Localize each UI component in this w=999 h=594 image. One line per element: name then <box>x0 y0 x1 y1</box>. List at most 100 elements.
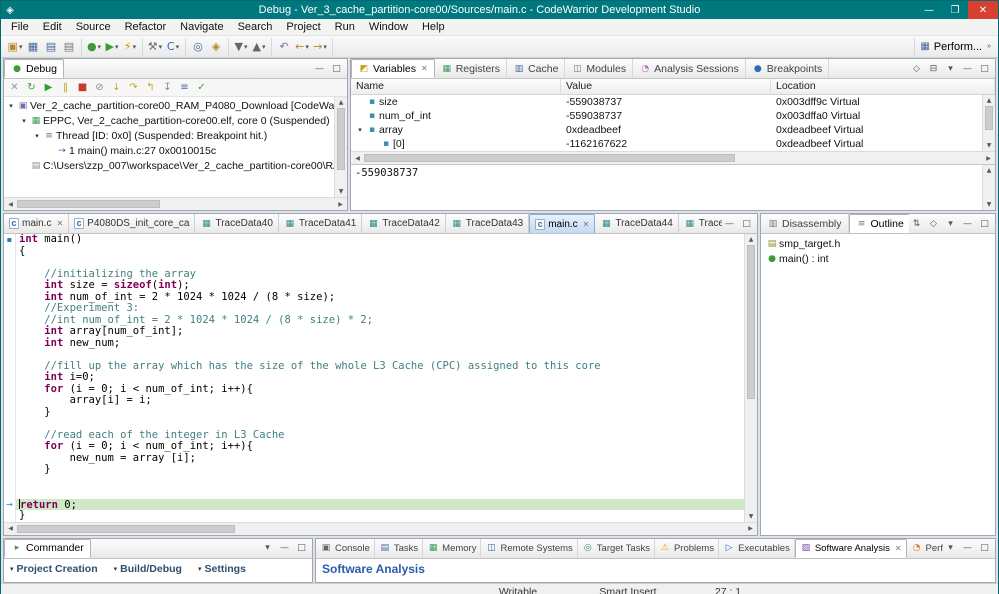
expander-icon[interactable]: ▾ <box>6 102 16 110</box>
maximize-view-icon[interactable]: □ <box>329 61 344 76</box>
last-edit-button[interactable]: ↶ <box>275 38 293 56</box>
maximize-view-icon[interactable]: □ <box>739 216 754 231</box>
debug-tree-item[interactable]: ▤C:\Users\zzp_007\workspace\Ver_2_cache_… <box>4 158 334 173</box>
tab-debug[interactable]: ●Debug <box>4 59 64 78</box>
debug-button[interactable]: ●▾ <box>85 38 103 56</box>
search-button[interactable]: ◎ <box>189 38 207 56</box>
menu-file[interactable]: File <box>4 21 36 33</box>
tab-executables[interactable]: ▷Executables <box>719 539 795 558</box>
view-menu-icon[interactable]: ▾ <box>943 61 958 76</box>
menu-project[interactable]: Project <box>279 21 327 33</box>
tab-commander[interactable]: ▸Commander <box>4 539 91 558</box>
show-type-names-icon[interactable]: ◇ <box>909 61 924 76</box>
scroll-up-icon[interactable]: ▲ <box>983 95 996 106</box>
code-line[interactable]: } <box>19 464 744 476</box>
tab-tracedata44[interactable]: ▦TraceData44 <box>595 214 678 233</box>
dropdown-arrow-icon[interactable]: ▾ <box>244 43 248 51</box>
variable-row[interactable]: ▪num_of_int-5590387370x003dffa0 Virtual <box>351 109 982 123</box>
tab-tracedata45[interactable]: ▦TraceData45 <box>679 214 722 233</box>
outline-item[interactable]: ●main() : int <box>761 251 995 266</box>
maximize-button[interactable]: ❐ <box>942 1 968 19</box>
dropdown-arrow-icon[interactable]: ▾ <box>19 43 23 51</box>
view-menu-icon[interactable]: ▾ <box>260 541 275 556</box>
close-tab-icon[interactable]: ✕ <box>895 544 902 553</box>
code-line[interactable]: int array[num_of_int]; <box>19 326 744 338</box>
dropdown-arrow-icon[interactable]: ▾ <box>98 43 102 51</box>
menu-window[interactable]: Window <box>362 21 415 33</box>
variables-vertical-scrollbar[interactable]: ▲ ▼ <box>982 95 995 151</box>
tab-tasks[interactable]: ▤Tasks <box>375 539 423 558</box>
column-header-value[interactable]: Value <box>561 79 771 94</box>
column-header-name[interactable]: Name <box>351 79 561 94</box>
scroll-up-icon[interactable]: ▲ <box>983 165 996 176</box>
debug-tree-item[interactable]: ▾▣Ver_2_cache_partition-core00_RAM_P4080… <box>4 98 334 113</box>
disconnect-button[interactable]: ⊘ <box>91 80 108 96</box>
code-line[interactable]: } <box>19 510 744 522</box>
tab-tracedata42[interactable]: ▦TraceData42 <box>362 214 445 233</box>
menu-navigate[interactable]: Navigate <box>173 21 230 33</box>
tab-main-c[interactable]: cmain.c✕ <box>4 214 69 233</box>
menu-refactor[interactable]: Refactor <box>118 21 174 33</box>
tab-main-c[interactable]: cmain.c✕ <box>529 214 595 233</box>
expander-icon[interactable]: ▾ <box>355 126 365 134</box>
code-line[interactable]: return 0; <box>16 499 744 511</box>
tab-analysis-sessions[interactable]: ◔Analysis Sessions <box>633 59 746 78</box>
view-menu-icon[interactable]: ▾ <box>943 541 958 556</box>
scroll-right-icon[interactable]: ▶ <box>334 199 347 210</box>
tab-modules[interactable]: ◫Modules <box>565 59 633 78</box>
minimize-view-icon[interactable]: — <box>312 61 327 76</box>
dropdown-arrow-icon[interactable]: ▾ <box>323 43 327 51</box>
scroll-left-icon[interactable]: ◀ <box>4 523 17 534</box>
debug-vertical-scrollbar[interactable]: ▲ ▼ <box>334 97 347 197</box>
scroll-left-icon[interactable]: ◀ <box>351 153 364 164</box>
tab-software-analysis[interactable]: ▨Software Analysis✕ <box>795 539 907 558</box>
tab-registers[interactable]: ▦Registers <box>435 59 507 78</box>
menu-search[interactable]: Search <box>231 21 280 33</box>
debug-tree-item[interactable]: ▾▦EPPC, Ver_2_cache_partition-core00.elf… <box>4 113 334 128</box>
scroll-down-icon[interactable]: ▼ <box>983 199 996 210</box>
code-area[interactable]: int main(){ //initializing the array int… <box>16 234 744 522</box>
scroll-up-icon[interactable]: ▲ <box>745 234 758 245</box>
step-over-button[interactable]: ↷ <box>125 80 142 96</box>
new-wizard-button[interactable]: ▣▾ <box>6 38 24 56</box>
perspective-overflow-icon[interactable]: » <box>987 43 991 50</box>
new-c-project-button[interactable]: C▾ <box>164 38 182 56</box>
close-button[interactable]: ✕ <box>968 1 998 19</box>
print-button[interactable]: ▤ <box>60 38 78 56</box>
dropdown-arrow-icon[interactable]: ▾ <box>262 43 266 51</box>
dropdown-arrow-icon[interactable]: ▾ <box>115 43 119 51</box>
forward-button[interactable]: →▾ <box>311 38 329 56</box>
run-button[interactable]: ▶▾ <box>103 38 121 56</box>
editor-vertical-scrollbar[interactable]: ▲ ▼ <box>744 234 757 522</box>
variables-horizontal-scrollbar[interactable]: ◀ ▶ <box>351 151 995 164</box>
dropdown-arrow-icon[interactable]: ▾ <box>133 43 137 51</box>
dropdown-arrow-icon[interactable]: ▾ <box>159 43 163 51</box>
minimize-view-icon[interactable]: — <box>960 216 975 231</box>
dropdown-arrow-icon[interactable]: ▾ <box>176 43 180 51</box>
save-button[interactable]: ▦ <box>24 38 42 56</box>
tab-p4080ds-init-core-ca[interactable]: cP4080DS_init_core_ca <box>69 214 195 233</box>
instruction-stepping-button[interactable]: ≡ <box>176 80 193 96</box>
expander-icon[interactable]: ▾ <box>32 132 42 140</box>
use-step-filters-button[interactable]: ✓ <box>193 80 210 96</box>
step-return-button[interactable]: ↰ <box>142 80 159 96</box>
debug-tree-item[interactable]: ▾≡Thread [ID: 0x0] (Suspended: Breakpoin… <box>4 128 334 143</box>
close-tab-icon[interactable]: ✕ <box>583 220 590 229</box>
tab-memory[interactable]: ▦Memory <box>423 539 481 558</box>
close-tab-icon[interactable]: ✕ <box>56 219 63 228</box>
suspend-button[interactable]: ‖ <box>57 80 74 96</box>
tab-problems[interactable]: ⚠Problems <box>655 539 719 558</box>
editor-horizontal-scrollbar[interactable]: ◀ ▶ <box>4 522 757 535</box>
tab-cache[interactable]: ▥Cache <box>507 59 565 78</box>
maximize-view-icon[interactable]: □ <box>977 541 992 556</box>
menu-help[interactable]: Help <box>415 21 452 33</box>
code-line[interactable]: { <box>19 246 744 258</box>
titlebar[interactable]: ◈ Debug - Ver_3_cache_partition-core00/S… <box>1 1 998 19</box>
tab-tracedata43[interactable]: ▦TraceData43 <box>446 214 529 233</box>
tab-tracedata40[interactable]: ▦TraceData40 <box>195 214 278 233</box>
dropdown-arrow-icon[interactable]: ▾ <box>305 43 309 51</box>
view-menu-icon[interactable]: ▾ <box>943 216 958 231</box>
code-line[interactable]: int new_num; <box>19 338 744 350</box>
variable-row[interactable]: ▪size-5590387370x003dff9c Virtual <box>351 95 982 109</box>
scroll-down-icon[interactable]: ▼ <box>335 186 348 197</box>
